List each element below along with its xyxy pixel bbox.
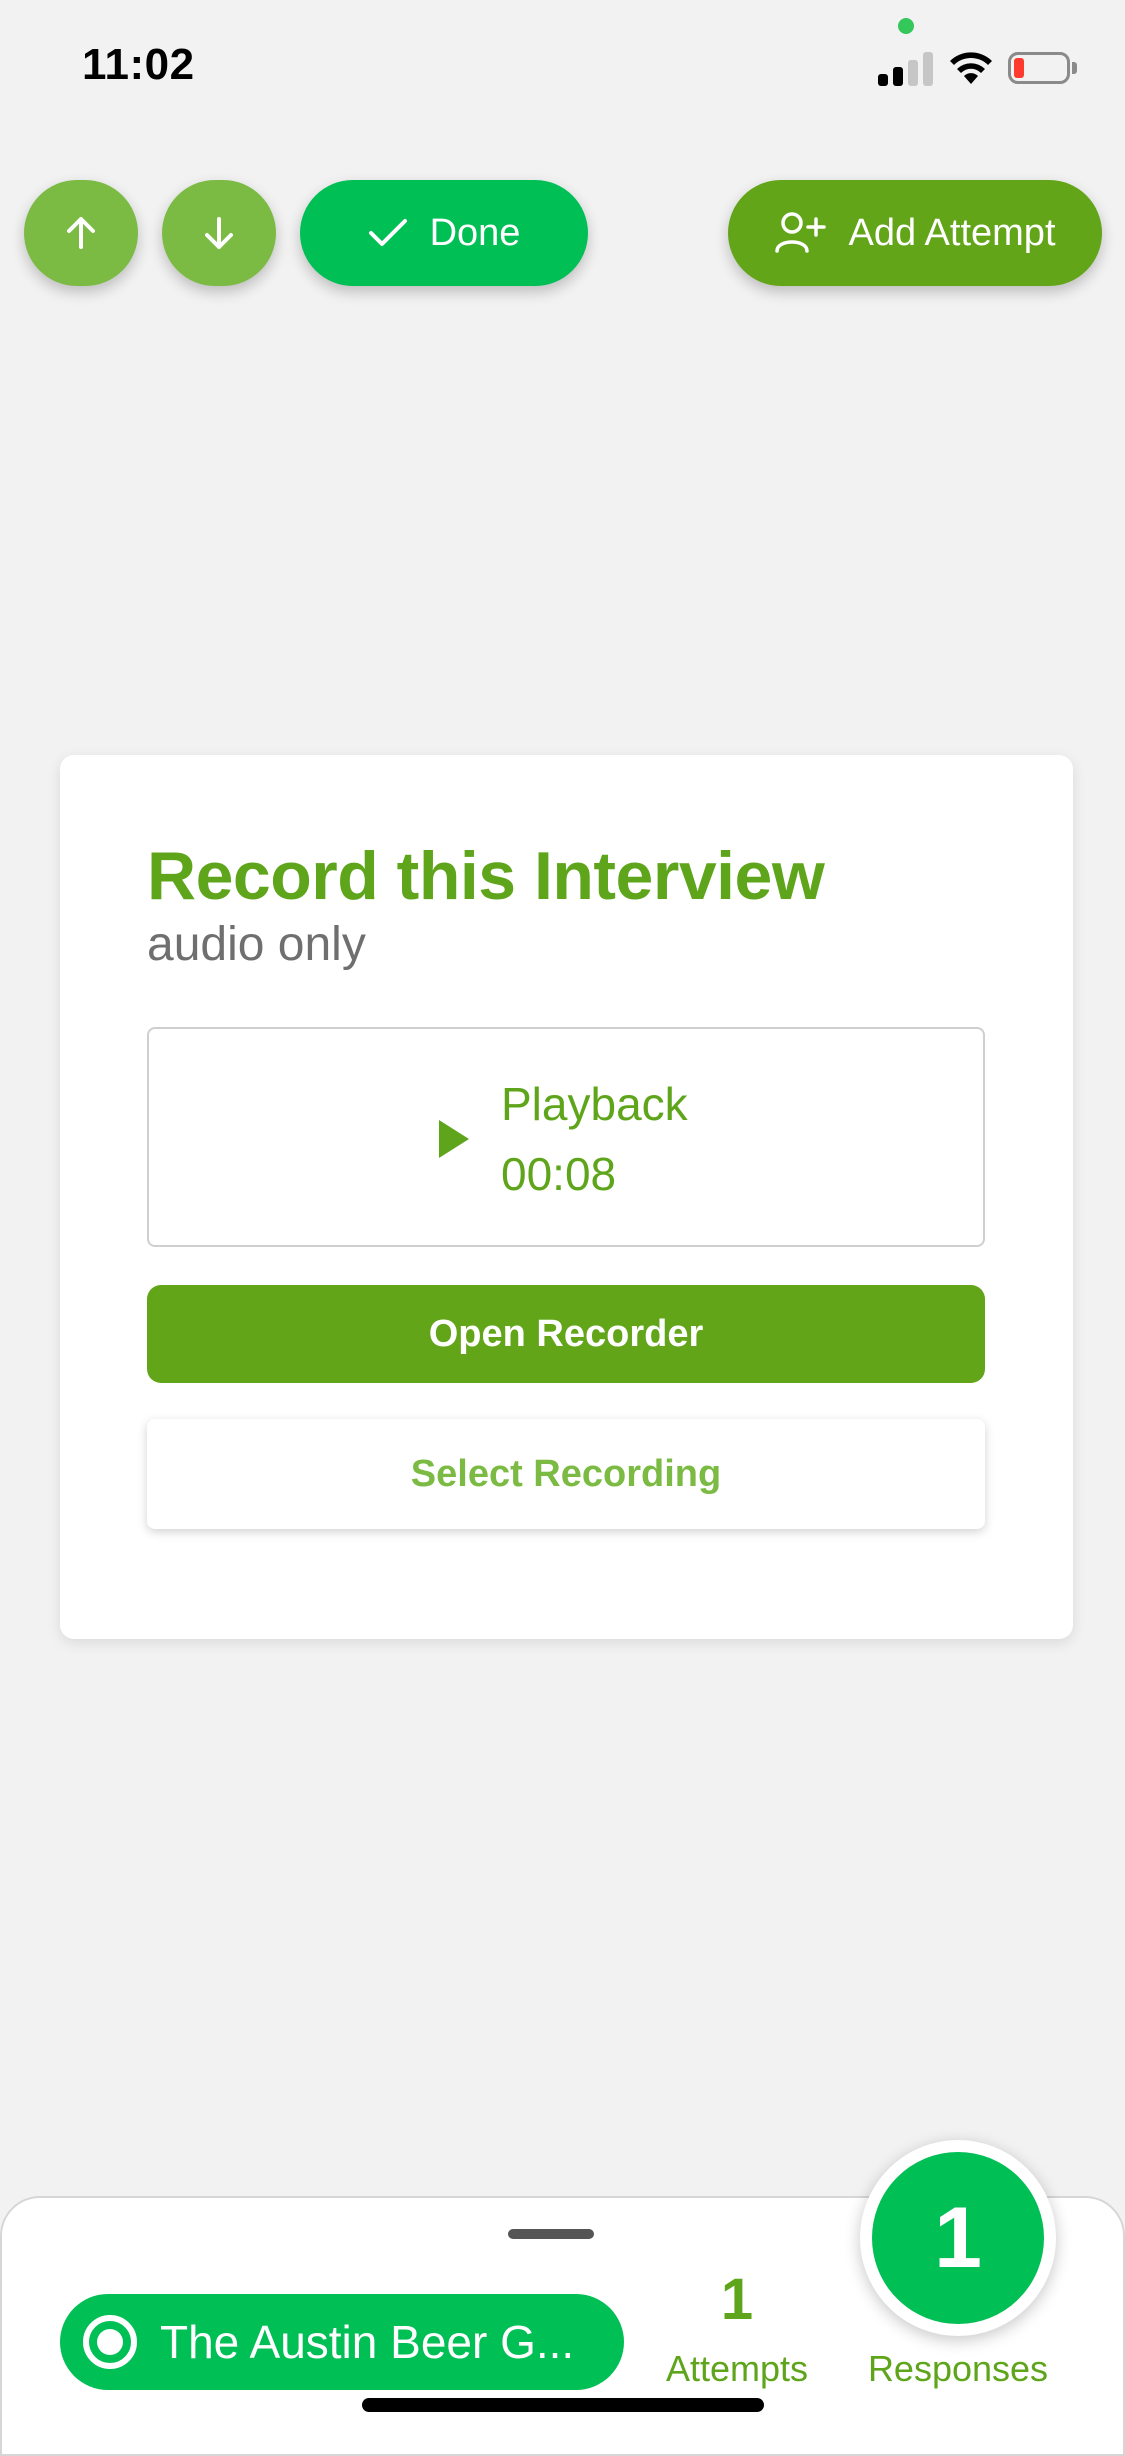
playback-duration: 00:08 [501,1148,617,1200]
move-up-button[interactable] [24,180,138,286]
move-down-button[interactable] [162,180,276,286]
responses-count-button[interactable]: 1 [860,2140,1056,2336]
arrow-down-icon [205,217,233,249]
arrow-up-icon [67,217,95,249]
done-button[interactable]: Done [300,180,588,286]
survey-selector-button[interactable]: The Austin Beer G... [60,2294,624,2390]
open-recorder-button[interactable]: Open Recorder [147,1285,985,1383]
survey-name: The Austin Beer G... [160,2316,575,2368]
card-subtitle: audio only [147,918,366,971]
cellular-signal-icon [878,52,934,86]
attempts-label[interactable]: Attempts [650,2348,824,2390]
card-title: Record this Interview [147,838,825,914]
record-interview-card: Record this Interview audio only Playbac… [60,755,1073,1639]
radio-ring-icon [83,2315,137,2369]
wifi-icon [950,52,992,84]
play-icon [439,1120,469,1158]
select-recording-button[interactable]: Select Recording [147,1419,985,1529]
battery-icon [1008,52,1078,86]
done-label: Done [429,211,521,254]
add-attempt-button[interactable]: Add Attempt [728,180,1102,286]
home-indicator [362,2398,764,2412]
add-attempt-label: Add Attempt [848,211,1056,254]
sheet-drag-handle[interactable] [508,2229,594,2239]
playback-button[interactable]: Playback 00:08 [147,1027,985,1247]
privacy-indicator-dot [898,18,914,34]
add-person-icon [775,212,827,253]
playback-label: Playback [501,1078,688,1130]
responses-label[interactable]: Responses [858,2348,1058,2390]
status-time: 11:02 [82,40,195,89]
checkmark-icon [368,219,407,246]
attempts-count[interactable]: 1 [700,2266,774,2333]
